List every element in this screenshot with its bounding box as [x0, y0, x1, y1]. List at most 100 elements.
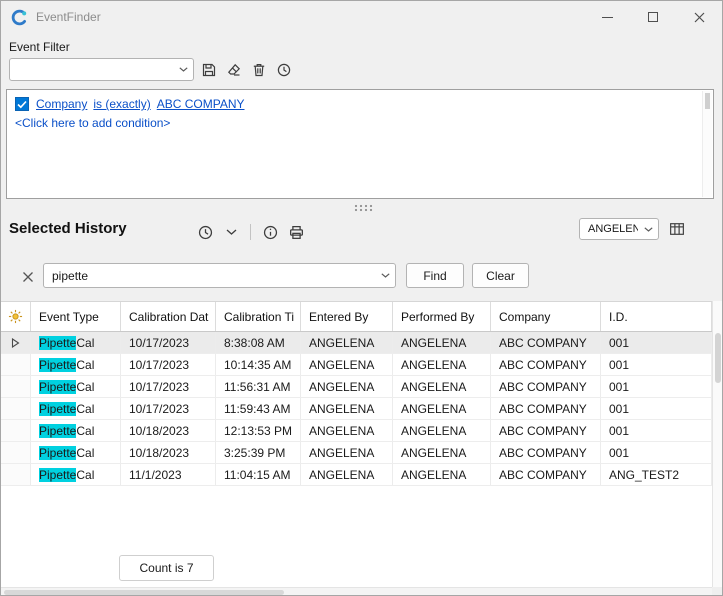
highlighted-term: Pipette [39, 402, 76, 416]
grid-row[interactable]: Pipette Cal 10/17/2023 11:59:43 AM ANGEL… [1, 398, 712, 420]
minimize-button[interactable] [584, 1, 630, 33]
grid-row[interactable]: Pipette Cal 10/18/2023 3:25:39 PM ANGELE… [1, 442, 712, 464]
event-filter-combo[interactable] [9, 58, 194, 81]
cell-calibration-date: 11/1/2023 [121, 464, 216, 485]
info-button[interactable] [258, 220, 282, 244]
titlebar: EventFinder [1, 1, 722, 33]
cell-performed-by: ANGELENA [393, 398, 491, 419]
cell-entered-by: ANGELENA [301, 398, 393, 419]
grid-vertical-scrollbar[interactable] [712, 301, 723, 587]
history-time-button[interactable] [193, 220, 217, 244]
cell-performed-by: ANGELENA [393, 464, 491, 485]
cell-calibration-time: 11:04:15 AM [216, 464, 301, 485]
scrollbar-thumb[interactable] [715, 333, 721, 383]
row-indicator-column-header[interactable] [1, 302, 31, 331]
recent-filters-button[interactable] [272, 58, 296, 82]
row-selector-cell[interactable] [1, 376, 31, 397]
conditions-scrollbar[interactable] [702, 91, 712, 197]
user-combo[interactable]: ANGELENA [579, 218, 659, 240]
row-selector-cell[interactable] [1, 420, 31, 441]
row-selector-cell[interactable] [1, 354, 31, 375]
app-logo-icon [11, 9, 28, 26]
cell-id: 001 [601, 442, 712, 463]
condition-checkbox[interactable] [15, 97, 29, 111]
history-dropdown-button[interactable] [219, 220, 243, 244]
close-search-button[interactable] [17, 266, 39, 288]
cell-calibration-date: 10/17/2023 [121, 398, 216, 419]
eraser-icon [226, 62, 242, 78]
condition-value-link[interactable]: ABC COMPANY [157, 97, 245, 111]
condition-field-link[interactable]: Company [36, 97, 87, 111]
cell-calibration-date: 10/18/2023 [121, 442, 216, 463]
cell-company: ABC COMPANY [491, 464, 601, 485]
column-header-id[interactable]: I.D. [601, 302, 712, 331]
add-condition-link[interactable]: <Click here to add condition> [15, 116, 705, 130]
maximize-button[interactable] [630, 1, 676, 33]
filter-conditions-panel: Company is (exactly) ABC COMPANY <Click … [6, 89, 714, 199]
grid-row[interactable]: Pipette Cal 10/18/2023 12:13:53 PM ANGEL… [1, 420, 712, 442]
clear-button[interactable]: Clear [472, 263, 529, 288]
count-summary: Count is 7 [119, 555, 214, 581]
grid-horizontal-scrollbar[interactable] [1, 587, 712, 596]
cell-event-type: Pipette Cal [31, 332, 121, 353]
event-filter-input[interactable] [10, 63, 173, 77]
cell-entered-by: ANGELENA [301, 420, 393, 441]
close-button[interactable] [676, 1, 722, 33]
cell-calibration-date: 10/17/2023 [121, 332, 216, 353]
sun-icon [8, 309, 23, 324]
grip-dots-icon [353, 204, 373, 212]
cell-calibration-date: 10/17/2023 [121, 354, 216, 375]
highlighted-term: Pipette [39, 336, 76, 350]
cell-entered-by: ANGELENA [301, 354, 393, 375]
scrollbar-thumb[interactable] [705, 93, 710, 109]
highlighted-term: Pipette [39, 446, 76, 460]
column-header-performed-by[interactable]: Performed By [393, 302, 491, 331]
cell-performed-by: ANGELENA [393, 442, 491, 463]
cell-calibration-time: 11:56:31 AM [216, 376, 301, 397]
field-chooser-button[interactable] [665, 217, 689, 241]
highlighted-term: Pipette [39, 468, 76, 482]
info-icon [262, 224, 279, 241]
check-icon [17, 100, 27, 109]
clear-filter-button[interactable] [222, 58, 246, 82]
highlighted-term: Pipette [39, 358, 76, 372]
grid-row[interactable]: Pipette Cal 10/17/2023 8:38:08 AM ANGELE… [1, 332, 712, 354]
cell-company: ABC COMPANY [491, 376, 601, 397]
column-header-entered-by[interactable]: Entered By [301, 302, 393, 331]
search-input[interactable] [44, 269, 375, 283]
cell-company: ABC COMPANY [491, 354, 601, 375]
cell-performed-by: ANGELENA [393, 332, 491, 353]
chevron-down-icon[interactable] [173, 67, 193, 72]
trash-icon [251, 62, 267, 78]
find-button[interactable]: Find [406, 263, 464, 288]
print-button[interactable] [284, 220, 308, 244]
event-filter-label: Event Filter [9, 40, 70, 54]
splitter-handle[interactable] [349, 203, 376, 213]
cell-id: ANG_TEST2 [601, 464, 712, 485]
row-selector-cell[interactable] [1, 464, 31, 485]
save-filter-button[interactable] [197, 58, 221, 82]
expander-icon [11, 338, 20, 348]
delete-filter-button[interactable] [247, 58, 271, 82]
row-selector-cell[interactable] [1, 398, 31, 419]
grid-row[interactable]: Pipette Cal 10/17/2023 11:56:31 AM ANGEL… [1, 376, 712, 398]
scrollbar-thumb[interactable] [4, 590, 284, 595]
grid-row[interactable]: Pipette Cal 11/1/2023 11:04:15 AM ANGELE… [1, 464, 712, 486]
column-header-calibration-date[interactable]: Calibration Dat [121, 302, 216, 331]
column-header-event-type[interactable]: Event Type [31, 302, 121, 331]
search-combo[interactable] [43, 263, 396, 288]
chevron-down-icon[interactable] [375, 273, 395, 278]
condition-operator-link[interactable]: is (exactly) [93, 97, 150, 111]
chevron-down-icon[interactable] [638, 227, 658, 232]
row-expander[interactable] [1, 332, 31, 353]
cell-company: ABC COMPANY [491, 442, 601, 463]
cell-company: ABC COMPANY [491, 420, 601, 441]
column-header-calibration-time[interactable]: Calibration Ti [216, 302, 301, 331]
filter-toolbar [197, 58, 296, 82]
chevron-down-icon [226, 229, 237, 235]
grid-row[interactable]: Pipette Cal 10/17/2023 10:14:35 AM ANGEL… [1, 354, 712, 376]
toolbar-separator [250, 224, 251, 240]
history-grid: Event Type Calibration Dat Calibration T… [1, 301, 712, 587]
row-selector-cell[interactable] [1, 442, 31, 463]
column-header-company[interactable]: Company [491, 302, 601, 331]
